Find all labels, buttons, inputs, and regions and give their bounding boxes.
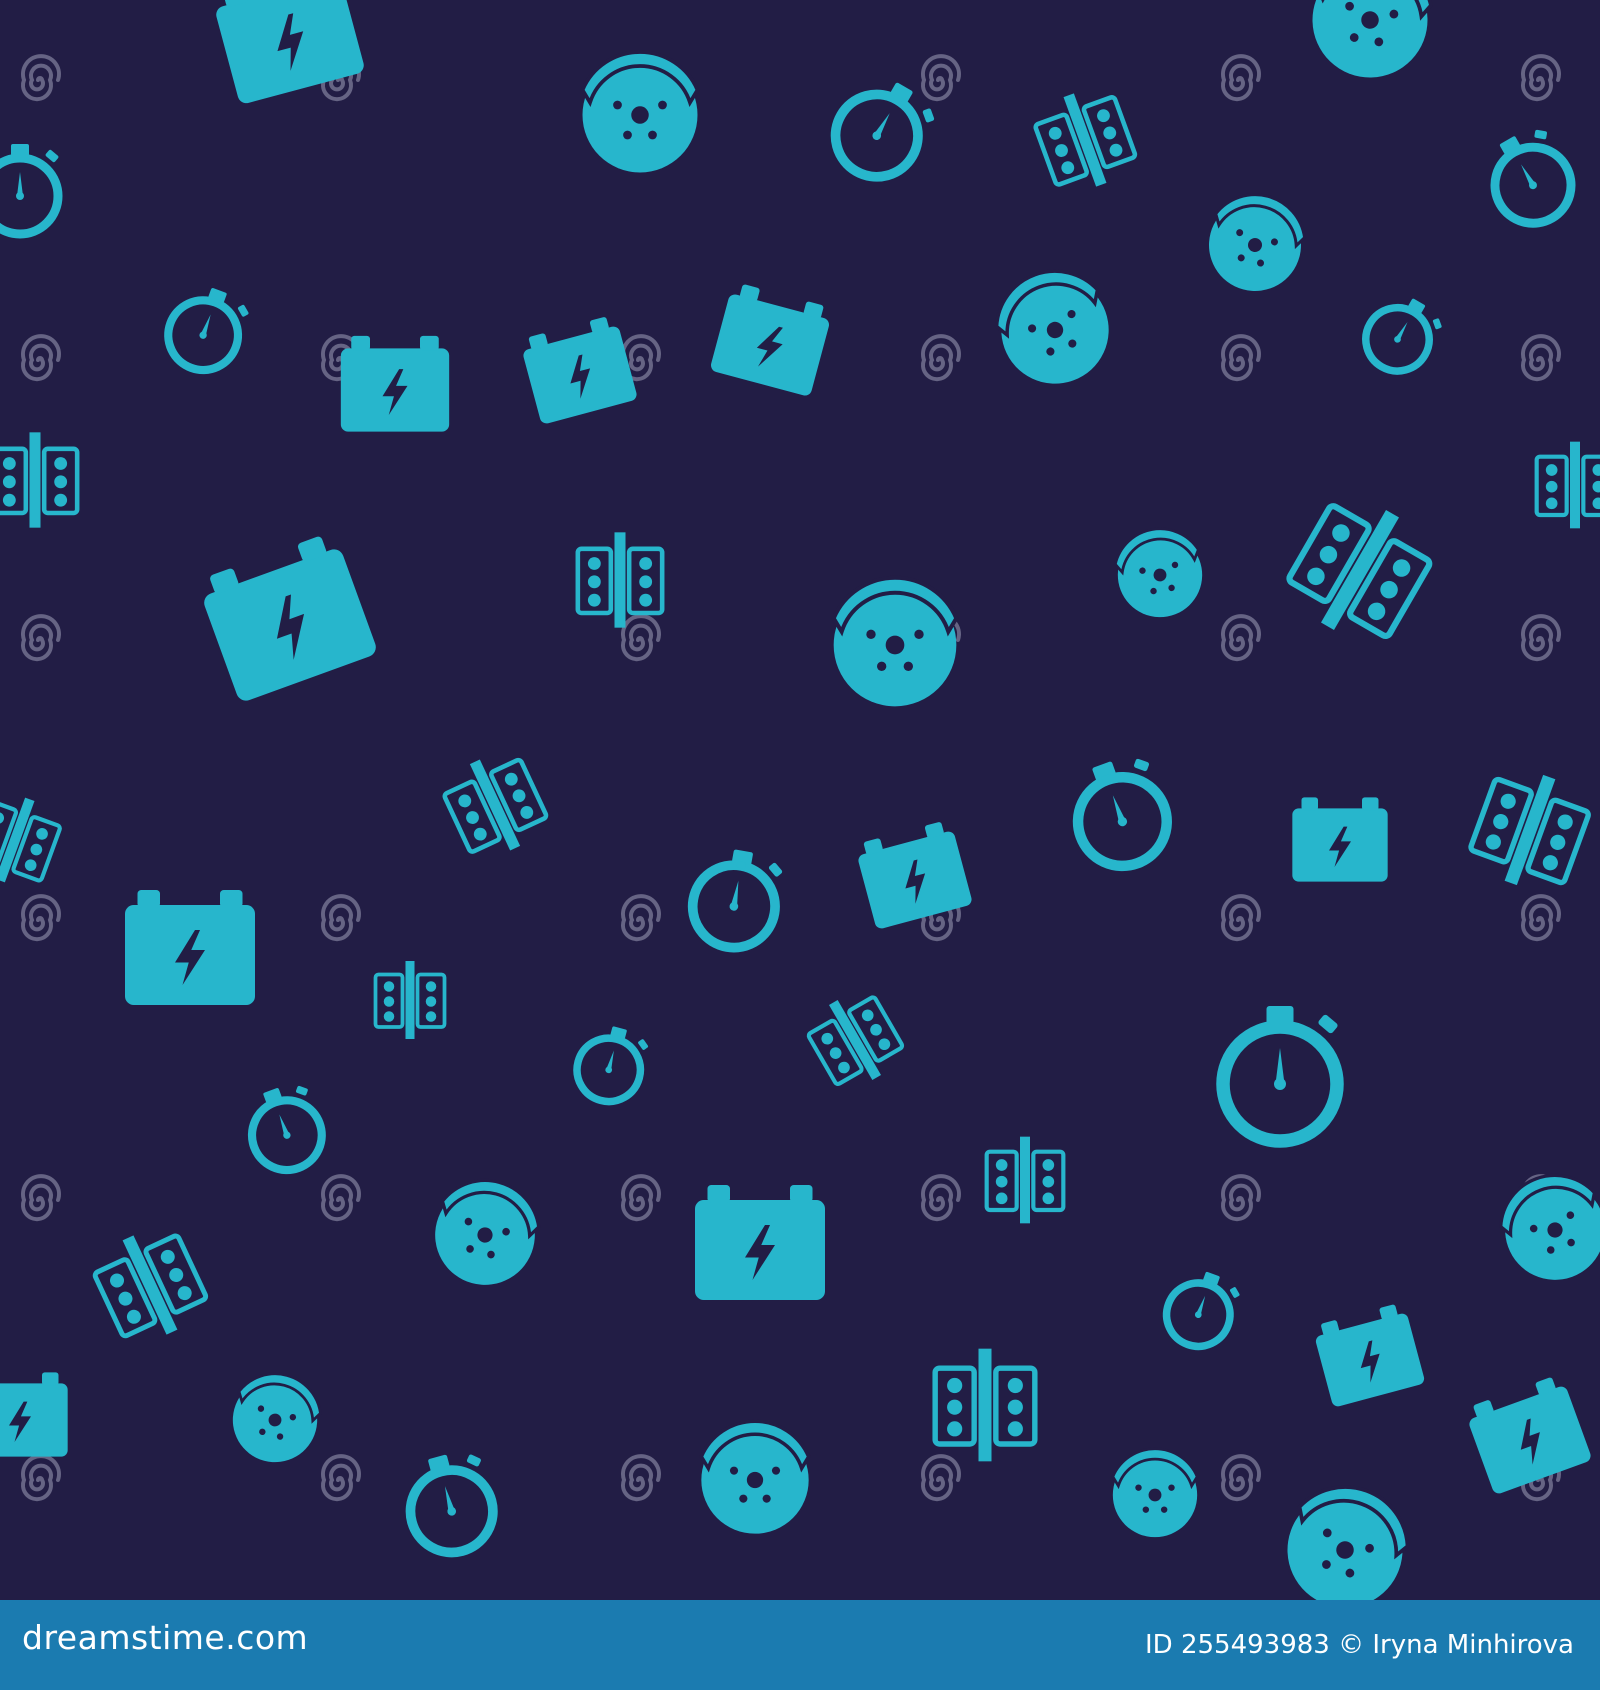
watermark-spiral-icon (21, 1174, 61, 1222)
stopwatch-icon (238, 1078, 333, 1180)
race-start-lights-icon (373, 959, 447, 1041)
image-id: ID 255493983 (1145, 1630, 1330, 1660)
watermark-spiral-icon (1521, 334, 1561, 382)
watermark-spiral-icon (1521, 614, 1561, 662)
watermark-spiral-icon (921, 334, 961, 382)
race-start-lights-icon (935, 1349, 1035, 1462)
watermark-spiral-icon (321, 1174, 361, 1222)
watermark-spiral-icon (621, 894, 661, 942)
watermark-spiral-icon (621, 1454, 661, 1502)
watermark-spiral-icon (21, 894, 61, 942)
watermark-spiral-icon (1221, 334, 1261, 382)
race-start-lights-icon (1278, 485, 1443, 655)
watermark-spiral-icon (21, 334, 61, 382)
stopwatch-icon (686, 844, 785, 955)
watermark-spiral-icon (21, 54, 61, 102)
car-battery-icon (1292, 797, 1388, 882)
icon-layer (0, 0, 1600, 1600)
watermark-spiral-icon (1221, 1454, 1261, 1502)
race-start-lights-icon (1464, 760, 1596, 900)
race-start-lights-icon (0, 786, 66, 894)
brake-disc-icon (422, 1167, 549, 1298)
watermark-spiral-icon (1221, 1174, 1261, 1222)
stopwatch-icon (1223, 1006, 1339, 1141)
car-battery-icon (1463, 1373, 1593, 1496)
race-start-lights-icon (1537, 442, 1600, 529)
image-credit-bar: dreamstime.com ID 255493983 © Iryna Minh… (0, 1600, 1600, 1690)
site-logo-text: dreamstime.com (22, 1618, 309, 1657)
seamless-icon-pattern (0, 0, 1600, 1600)
car-battery-icon (518, 313, 639, 425)
brake-disc-icon (1269, 1469, 1423, 1600)
brake-disc-icon (831, 575, 959, 709)
brake-disc-icon (221, 1363, 330, 1474)
stopwatch-icon (1060, 749, 1181, 878)
car-battery-icon (125, 890, 255, 1005)
stopwatch-icon (1474, 121, 1586, 238)
brake-disc-icon (1111, 1447, 1199, 1539)
watermark-spiral-icon (621, 614, 661, 662)
car-battery-icon (195, 530, 379, 704)
brake-disc-icon (1197, 182, 1314, 303)
brake-disc-icon (580, 50, 700, 175)
car-battery-icon (709, 281, 834, 398)
brake-disc-icon (1301, 0, 1440, 89)
watermark-spiral-icon (921, 1454, 961, 1502)
watermark-spiral-icon (321, 894, 361, 942)
image-credit: ID 255493983 © Iryna Minhirova (1145, 1630, 1574, 1660)
watermark-spiral-icon (1521, 54, 1561, 102)
stopwatch-icon (1354, 286, 1447, 383)
stopwatch-icon (158, 278, 253, 380)
stock-image-frame: dreamstime.com ID 255493983 © Iryna Minh… (0, 0, 1600, 1690)
stopwatch-icon (397, 1446, 503, 1562)
watermark-spiral-icon (21, 1454, 61, 1502)
brake-disc-icon (1487, 1160, 1600, 1296)
watermark-spiral-icon (321, 1454, 361, 1502)
stopwatch-icon (570, 1020, 652, 1109)
car-battery-icon (340, 335, 450, 432)
pattern-canvas (0, 0, 1600, 1600)
brake-disc-icon (699, 1419, 811, 1536)
watermark-spiral-icon (1221, 614, 1261, 662)
watermark-spiral-icon (21, 614, 61, 662)
watermark-spiral-icon (921, 1174, 961, 1222)
brake-disc-icon (1109, 520, 1211, 626)
brake-disc-icon (982, 254, 1126, 401)
car-battery-icon (1311, 1301, 1426, 1408)
car-battery-icon (853, 818, 974, 930)
race-start-lights-icon (578, 532, 662, 627)
car-battery-icon (695, 1185, 825, 1300)
car-battery-icon (0, 1372, 68, 1457)
race-start-lights-icon (1029, 81, 1141, 199)
car-battery-icon (210, 0, 366, 106)
race-start-lights-icon (437, 744, 554, 866)
watermark-spiral-icon (1221, 894, 1261, 942)
race-start-lights-icon (800, 983, 910, 1096)
race-start-lights-icon (0, 432, 77, 527)
watermark-spiral-icon (921, 54, 961, 102)
watermark-spiral-icon (1221, 54, 1261, 102)
stopwatch-icon (0, 144, 59, 234)
race-start-lights-icon (987, 1137, 1064, 1224)
author-credit: © Iryna Minhirova (1338, 1630, 1574, 1660)
watermark-spiral-icon (1521, 894, 1561, 942)
watermark-spiral-icon (621, 1174, 661, 1222)
race-start-lights-icon (86, 1218, 213, 1351)
stopwatch-icon (1158, 1263, 1244, 1355)
